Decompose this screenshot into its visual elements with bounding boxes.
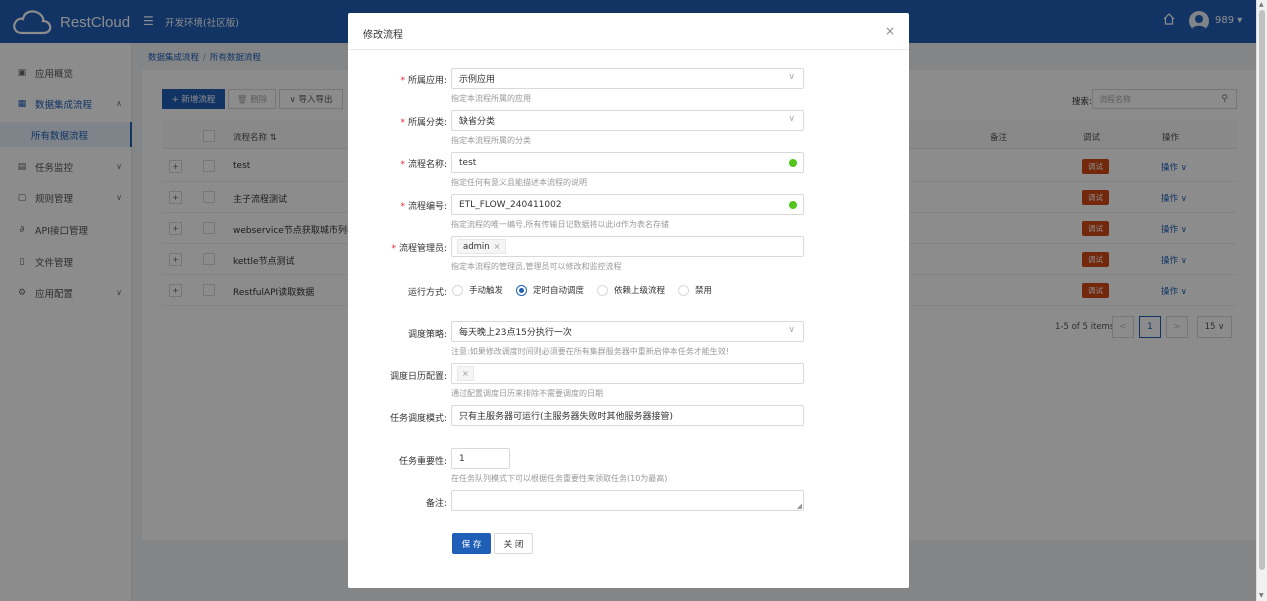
dialog-title: 修改流程 [363, 30, 403, 41]
scroll-up-icon[interactable]: ▲ [1259, 1, 1264, 8]
required-mark: * [400, 202, 405, 212]
label-text: 流程编号: [407, 202, 447, 212]
valid-check-icon [789, 159, 797, 167]
label-text: 流程管理员: [398, 244, 447, 254]
remove-tag-icon[interactable]: × [494, 242, 501, 251]
run-mode-radio-group: 手动触发 定时自动调度 依赖上级流程 禁用 [452, 284, 725, 296]
page-scrollbar[interactable]: ▲ ▼ [1256, 0, 1267, 601]
required-mark: * [400, 160, 405, 170]
strategy-select[interactable]: 每天晚上23点15分执行一次 ∨ [451, 321, 804, 342]
close-icon[interactable]: × [885, 24, 895, 38]
tag-text: admin [463, 241, 490, 252]
priority-input[interactable]: 1 [451, 448, 510, 469]
field-help: 注意:如果修改调度时间则必须要在所有集群服务器中重新启停本任务才能生效! [451, 347, 729, 356]
radio-label[interactable]: 手动触发 [469, 284, 503, 296]
required-mark: * [400, 118, 405, 128]
select-value: 每天晚上23点15分执行一次 [459, 328, 572, 338]
field-help: 指定本流程的管理员,管理员可以修改和监控流程 [451, 262, 622, 271]
resize-grip-icon[interactable]: ◢ [797, 502, 802, 510]
calendar-label: 调度日历配置: [389, 372, 447, 382]
valid-check-icon [789, 201, 797, 209]
manager-tag: admin × [457, 239, 507, 254]
required-mark: * [391, 244, 396, 254]
run-mode-label: 运行方式: [407, 288, 447, 298]
radio-label[interactable]: 定时自动调度 [533, 284, 584, 296]
remark-textarea[interactable]: ◢ [451, 490, 804, 511]
field-help: 指定本流程所属的分类 [451, 136, 531, 145]
flow-name-label: * 流程名称: [400, 157, 447, 170]
remark-label: 备注: [425, 499, 447, 509]
dialog-divider [348, 49, 909, 50]
scrollbar-thumb[interactable] [1259, 10, 1265, 570]
chevron-down-icon: ∨ [788, 114, 795, 124]
category-select[interactable]: 缺省分类 ∨ [451, 110, 804, 131]
app-select[interactable]: 示例应用 ∨ [451, 68, 804, 89]
select-value: 缺省分类 [459, 117, 496, 127]
radio-dependent[interactable] [597, 284, 609, 296]
flow-code-input[interactable]: ETL_FLOW_240411002 [451, 194, 804, 215]
category-label: * 所属分类: [400, 115, 447, 128]
flow-code-label: * 流程编号: [400, 199, 447, 212]
managers-select[interactable]: admin × [451, 236, 804, 257]
radio-label[interactable]: 禁用 [695, 284, 712, 296]
priority-label: 任务重要性: [398, 457, 447, 467]
radio-label[interactable]: 依赖上级流程 [614, 284, 665, 296]
calendar-select[interactable]: × [451, 363, 804, 384]
chevron-down-icon: ∨ [788, 72, 795, 82]
app-label: * 所属应用: [400, 73, 447, 86]
field-help: 指定流程的唯一编号,所有传输日记数据将以此id作为表名存储 [451, 220, 669, 229]
chevron-down-icon: ∨ [788, 325, 795, 335]
schedule-mode-label: 任务调度模式: [389, 414, 447, 424]
flow-name-input[interactable]: test [451, 152, 804, 173]
label-text: 所属分类: [407, 118, 447, 128]
strategy-label: 调度策略: [407, 330, 447, 340]
field-help: 指定本流程所属的应用 [451, 94, 531, 103]
managers-label: * 流程管理员: [391, 241, 447, 254]
schedule-mode-select[interactable]: 只有主服务器可运行(主服务器失败时其他服务器接管) [451, 405, 804, 426]
field-help: 通过配置调度日历来排除不需要调度的日期 [451, 389, 603, 398]
radio-manual[interactable] [452, 284, 463, 296]
save-button[interactable]: 保 存 [452, 533, 491, 554]
required-mark: * [400, 76, 405, 86]
radio-scheduled[interactable] [516, 284, 528, 296]
input-value: ETL_FLOW_240411002 [459, 199, 562, 210]
select-value: 只有主服务器可运行(主服务器失败时其他服务器接管) [459, 412, 674, 422]
edit-flow-dialog: 修改流程 × * 所属应用: 示例应用 ∨ 指定本流程所属的应用 * 所属分类: 缺… [348, 13, 909, 588]
close-button[interactable]: 关 闭 [494, 533, 533, 554]
input-value: test [459, 157, 477, 168]
select-value: 示例应用 [459, 75, 496, 85]
label-text: 流程名称: [407, 160, 447, 170]
input-value: 1 [459, 453, 465, 464]
field-help: 在任务队列模式下可以根据任务重要性来领取任务(10为最高) [451, 474, 668, 483]
label-text: 所属应用: [407, 76, 447, 86]
empty-tag: × [457, 366, 474, 381]
radio-disabled[interactable] [678, 284, 690, 296]
field-help: 指定任何有意义且能描述本流程的说明 [451, 178, 587, 187]
scroll-down-icon[interactable]: ▼ [1259, 592, 1264, 599]
remove-tag-icon[interactable]: × [462, 369, 469, 378]
